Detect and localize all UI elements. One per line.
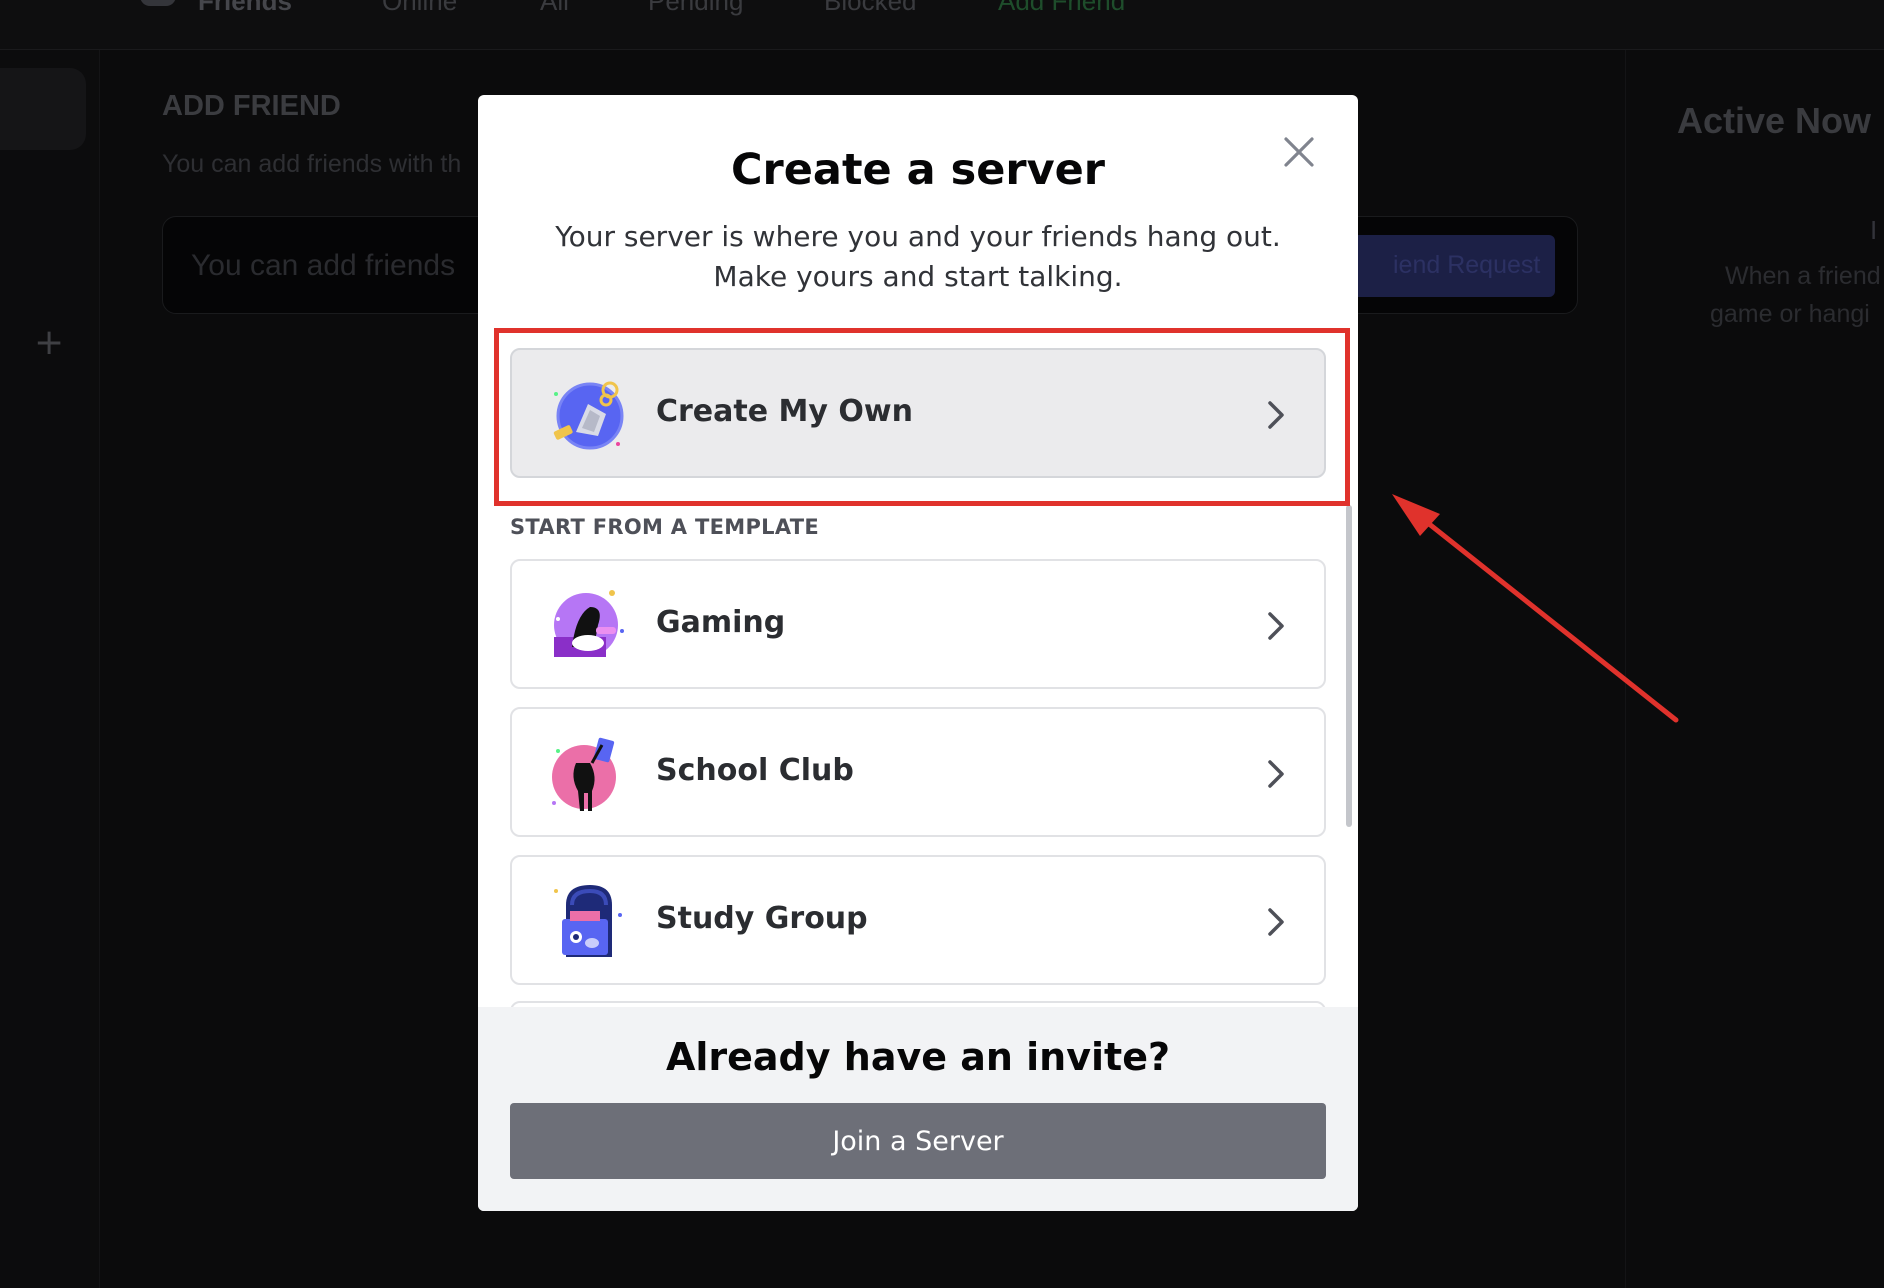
chevron-right-icon [1262, 754, 1290, 794]
add-friend-subtitle: You can add friends with th [162, 150, 462, 178]
active-now-title: Active Now [1677, 100, 1872, 141]
chevron-right-icon [1262, 606, 1290, 646]
add-server-icon[interactable]: + [34, 322, 64, 363]
send-friend-request-label: iend Request [1393, 251, 1541, 279]
send-friend-request-button[interactable]: iend Request [1341, 235, 1555, 297]
template-study-group-button[interactable]: Study Group [510, 855, 1326, 985]
tab-pending[interactable]: Pending [648, 0, 743, 17]
template-school-club-label: School Club [656, 753, 854, 788]
create-my-own-button[interactable]: Create My Own [510, 348, 1326, 478]
panel-divider [1625, 50, 1626, 1288]
study-group-icon [546, 881, 628, 963]
modal-footer: Already have an invite? Join a Server [478, 1007, 1358, 1211]
template-list-scrollbar[interactable] [1346, 505, 1352, 827]
add-friend-placeholder: You can add friends [191, 249, 456, 282]
template-gaming-button[interactable]: Gaming [510, 559, 1326, 689]
friends-icon [140, 0, 176, 6]
gaming-icon [546, 585, 628, 667]
chevron-right-icon [1262, 902, 1290, 942]
screen: Friends Online All Pending Blocked Add F… [0, 0, 1884, 1288]
tab-add-friend[interactable]: Add Friend [998, 0, 1125, 17]
template-study-group-label: Study Group [656, 901, 868, 936]
active-now-text-line-1: When a friend [1725, 262, 1881, 290]
active-now-text-line-2: game or hangi [1710, 300, 1870, 328]
chevron-right-icon [1262, 395, 1290, 435]
create-my-own-label: Create My Own [656, 394, 913, 429]
tab-all[interactable]: All [540, 0, 569, 17]
invite-heading: Already have an invite? [665, 1035, 1171, 1079]
tab-online[interactable]: Online [382, 0, 457, 17]
top-bar: Friends Online All Pending Blocked Add F… [0, 0, 1884, 50]
tab-blocked[interactable]: Blocked [824, 0, 917, 17]
template-gaming-label: Gaming [656, 605, 786, 640]
template-school-club-button[interactable]: School Club [510, 707, 1326, 837]
template-section-header: START FROM A TEMPLATE [510, 515, 820, 539]
create-server-modal: Create a server Your server is where you… [478, 95, 1358, 1211]
home-tile[interactable] [0, 68, 86, 150]
server-sidebar: + [0, 50, 100, 1288]
join-server-button[interactable]: Join a Server [510, 1103, 1326, 1179]
modal-description: Your server is where you and your friend… [555, 220, 1281, 293]
join-server-label: Join a Server [832, 1125, 1004, 1157]
tab-friends[interactable]: Friends [198, 0, 292, 17]
active-now-heading: I [1870, 215, 1878, 245]
add-friend-heading: ADD FRIEND [162, 90, 341, 122]
school-club-icon [546, 733, 628, 815]
create-server-icon [546, 374, 628, 456]
modal-title: Create a server [731, 145, 1105, 195]
